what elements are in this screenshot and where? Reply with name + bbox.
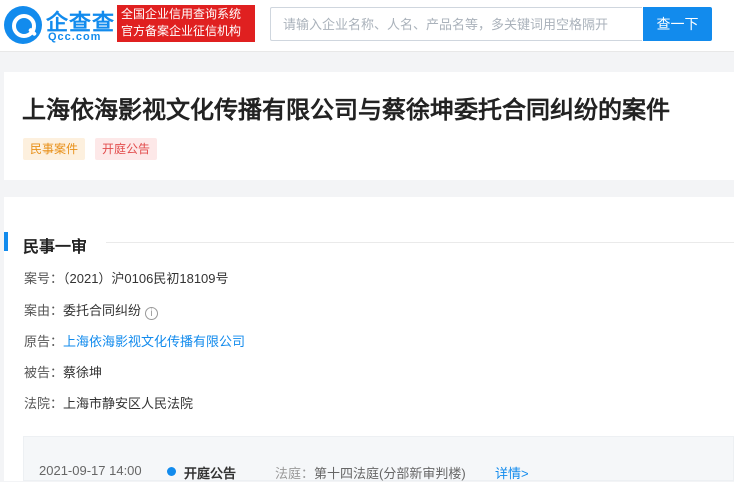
top-header: 企查查 Qcc.com 全国企业信用查询系统 官方备案企业征信机构 查一下 [0, 0, 734, 52]
row-plaintiff: 原告：上海依海影视文化传播有限公司 [24, 332, 245, 352]
cert-line-1: 全国企业信用查询系统 [121, 7, 242, 21]
row-defendant: 被告：蔡徐坤 [24, 363, 102, 383]
search-input[interactable] [270, 7, 642, 41]
case-title-card: 上海依海影视文化传播有限公司与蔡徐坤委托合同纠纷的案件 民事案件 开庭公告 [4, 72, 734, 180]
case-number-value: （2021）沪0106民初18109号 [63, 271, 229, 286]
search-button[interactable]: 查一下 [643, 7, 712, 41]
case-cause-value: 委托合同纠纷 [63, 303, 142, 318]
timeline-entry: 2021-09-17 14:00 开庭公告 法庭：第十四法庭(分部新审判楼) 详… [23, 436, 734, 481]
logo-english-text: Qcc.com [48, 31, 102, 43]
court-value: 上海市静安区人民法院 [63, 396, 194, 411]
section-divider [106, 242, 734, 243]
magnifier-logo-icon [4, 6, 42, 44]
plaintiff-label: 原告： [24, 334, 64, 349]
section-title: 民事一审 [23, 239, 88, 256]
section-accent-bar [4, 232, 8, 251]
timeline-court: 法庭：第十四法庭(分部新审判楼) [275, 463, 466, 482]
tag-court-hearing: 开庭公告 [95, 138, 158, 160]
case-cause-label: 案由： [24, 303, 64, 318]
case-detail-card: 民事一审 案号：（2021）沪0106民初18109号 案由：委托合同纠纷 i 原… [4, 197, 734, 481]
case-title: 上海依海影视文化传播有限公司与蔡徐坤委托合同纠纷的案件 [22, 97, 670, 124]
defendant-value: 蔡徐坤 [63, 365, 103, 380]
qcc-logo[interactable]: 企查查 Qcc.com [4, 4, 114, 46]
row-court: 法院：上海市静安区人民法院 [24, 394, 193, 414]
timeline-dot-icon [167, 467, 176, 476]
timeline-time: 2021-09-17 14:00 [39, 463, 142, 478]
case-number-label: 案号： [24, 271, 64, 286]
defendant-label: 被告： [24, 365, 64, 380]
timeline-court-value: 第十四法庭(分部新审判楼) [314, 466, 466, 481]
plaintiff-link[interactable]: 上海依海影视文化传播有限公司 [63, 334, 245, 349]
timeline-court-label: 法庭： [275, 466, 315, 481]
cert-line-2: 官方备案企业征信机构 [121, 24, 242, 38]
timeline-detail-link[interactable]: 详情> [495, 463, 529, 482]
timeline-type: 开庭公告 [184, 466, 237, 481]
row-case-cause: 案由：委托合同纠纷 i [24, 301, 159, 321]
certification-badge: 全国企业信用查询系统 官方备案企业征信机构 [117, 5, 255, 42]
court-label: 法院： [24, 396, 64, 411]
row-case-number: 案号：（2021）沪0106民初18109号 [24, 269, 229, 289]
info-icon[interactable]: i [145, 307, 159, 320]
tag-civil-case: 民事案件 [23, 138, 86, 160]
